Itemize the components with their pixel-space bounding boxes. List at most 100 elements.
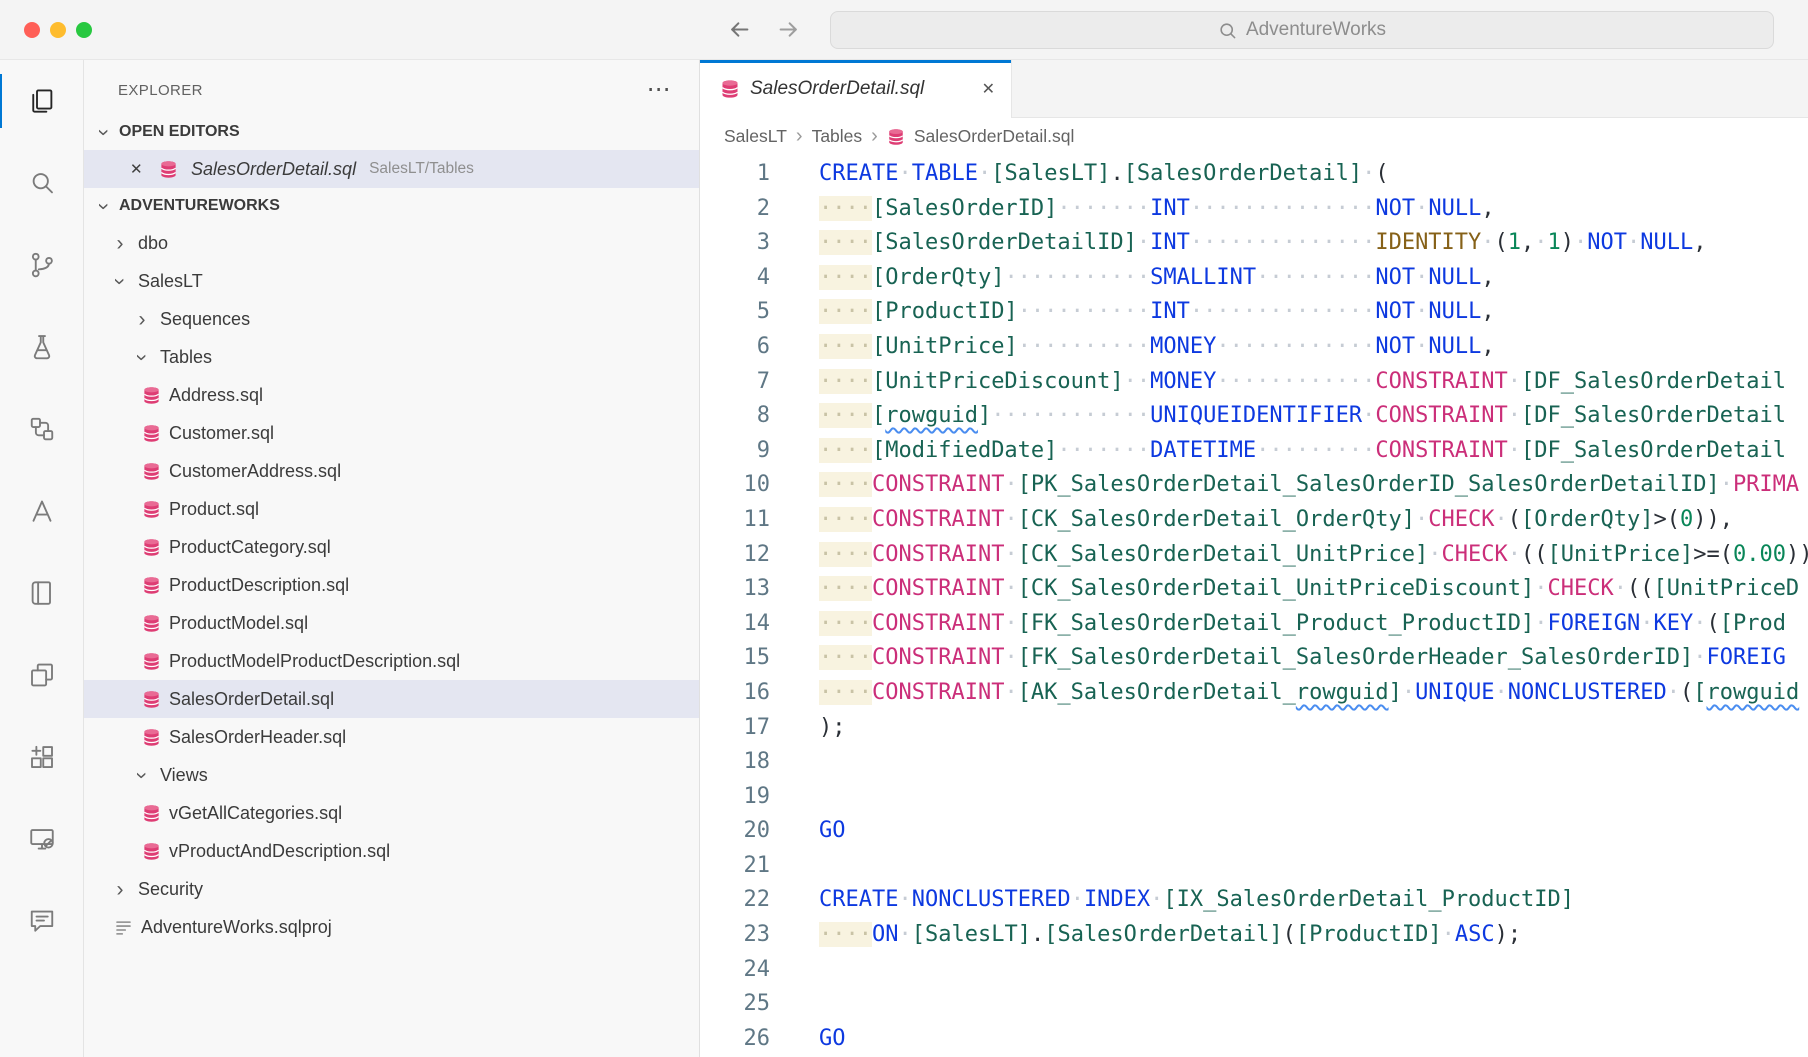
breadcrumb-item-salesorderdetail-sql[interactable]: SalesOrderDetail.sql	[914, 126, 1074, 147]
line-number[interactable]: 23	[700, 918, 770, 953]
line-number[interactable]: 1	[700, 157, 770, 192]
code-line-3[interactable]: 3····[SalesOrderDetailID]·INT···········…	[700, 226, 1808, 261]
close-window-button[interactable]	[24, 22, 40, 38]
back-button[interactable]	[726, 16, 753, 43]
activity-azure-button[interactable]	[0, 470, 83, 552]
tree-item-productmodelproductdescription-sql[interactable]: ProductModelProductDescription.sql	[84, 642, 699, 680]
tree-item-productmodel-sql[interactable]: ProductModel.sql	[84, 604, 699, 642]
line-number[interactable]: 8	[700, 399, 770, 434]
tree-item-vgetallcategories-sql[interactable]: vGetAllCategories.sql	[84, 794, 699, 832]
breadcrumb-item-tables[interactable]: Tables	[812, 126, 863, 147]
activity-source-control-button[interactable]	[0, 224, 83, 306]
activity-testing-button[interactable]	[0, 306, 83, 388]
line-number[interactable]: 10	[700, 468, 770, 503]
tree-item-views[interactable]: ›Views	[84, 756, 699, 794]
open-editor-item[interactable]: ✕ SalesOrderDetail.sql SalesLT/Tables	[84, 150, 699, 188]
tree-item-productdescription-sql[interactable]: ProductDescription.sql	[84, 566, 699, 604]
activity-connections-button[interactable]	[0, 388, 83, 470]
line-number[interactable]: 4	[700, 261, 770, 296]
zoom-window-button[interactable]	[76, 22, 92, 38]
code-line-24[interactable]: 24	[700, 953, 1808, 988]
code-line-1[interactable]: 1CREATE·TABLE·[SalesLT].[SalesOrderDetai…	[700, 157, 1808, 192]
activity-search-button[interactable]	[0, 142, 83, 224]
code-line-9[interactable]: 9····[ModifiedDate]·······DATETIME······…	[700, 434, 1808, 469]
line-number[interactable]: 17	[700, 711, 770, 746]
code-line-8[interactable]: 8····[rowguid]············UNIQUEIDENTIFI…	[700, 399, 1808, 434]
activity-remote-explorer-button[interactable]	[0, 798, 83, 880]
code-line-17[interactable]: 17);	[700, 711, 1808, 746]
code-line-6[interactable]: 6····[UnitPrice]··········MONEY·········…	[700, 330, 1808, 365]
code-line-7[interactable]: 7····[UnitPriceDiscount]··MONEY·········…	[700, 365, 1808, 400]
tree-item-customer-sql[interactable]: Customer.sql	[84, 414, 699, 452]
code-line-21[interactable]: 21	[700, 849, 1808, 884]
code-line-10[interactable]: 10····CONSTRAINT·[PK_SalesOrderDetail_Sa…	[700, 468, 1808, 503]
line-number[interactable]: 22	[700, 883, 770, 918]
minimize-window-button[interactable]	[50, 22, 66, 38]
tree-item-security[interactable]: ›Security	[84, 870, 699, 908]
tree-item-product-sql[interactable]: Product.sql	[84, 490, 699, 528]
code-line-20[interactable]: 20GO	[700, 814, 1808, 849]
line-number[interactable]: 11	[700, 503, 770, 538]
tree-item-customeraddress-sql[interactable]: CustomerAddress.sql	[84, 452, 699, 490]
tree-item-vproductanddescription-sql[interactable]: vProductAndDescription.sql	[84, 832, 699, 870]
code-line-26[interactable]: 26GO	[700, 1022, 1808, 1057]
code-line-22[interactable]: 22CREATE·NONCLUSTERED·INDEX·[IX_SalesOrd…	[700, 883, 1808, 918]
tree-item-salesorderdetail-sql[interactable]: SalesOrderDetail.sql	[84, 680, 699, 718]
forward-button[interactable]	[775, 16, 802, 43]
line-number[interactable]: 15	[700, 641, 770, 676]
line-number[interactable]: 26	[700, 1022, 770, 1057]
open-editors-header[interactable]: › OPEN EDITORS	[84, 114, 699, 150]
close-tab-icon[interactable]: ✕	[982, 79, 995, 99]
more-actions-icon[interactable]: ⋯	[647, 78, 671, 102]
code-line-25[interactable]: 25	[700, 987, 1808, 1022]
activity-comments-button[interactable]	[0, 880, 83, 962]
code-line-23[interactable]: 23····ON·[SalesLT].[SalesOrderDetail]([P…	[700, 918, 1808, 953]
line-number[interactable]: 6	[700, 330, 770, 365]
line-number[interactable]: 13	[700, 572, 770, 607]
line-number[interactable]: 19	[700, 780, 770, 815]
code-line-14[interactable]: 14····CONSTRAINT·[FK_SalesOrderDetail_Pr…	[700, 607, 1808, 642]
tree-item-tables[interactable]: ›Tables	[84, 338, 699, 376]
tree-item-saleslt[interactable]: ›SalesLT	[84, 262, 699, 300]
line-number[interactable]: 7	[700, 365, 770, 400]
line-number[interactable]: 12	[700, 538, 770, 573]
line-number[interactable]: 16	[700, 676, 770, 711]
line-number[interactable]: 20	[700, 814, 770, 849]
line-number[interactable]: 25	[700, 987, 770, 1022]
tree-item-salesorderheader-sql[interactable]: SalesOrderHeader.sql	[84, 718, 699, 756]
activity-explorer-button[interactable]	[0, 60, 83, 142]
workspace-header[interactable]: › ADVENTUREWORKS	[84, 188, 699, 224]
tab-salesorderdetail-sql[interactable]: SalesOrderDetail.sql ✕	[700, 60, 1012, 118]
line-number[interactable]: 3	[700, 226, 770, 261]
line-number[interactable]: 21	[700, 849, 770, 884]
code-line-18[interactable]: 18	[700, 745, 1808, 780]
line-number[interactable]: 14	[700, 607, 770, 642]
code-editor[interactable]: 1CREATE·TABLE·[SalesLT].[SalesOrderDetai…	[700, 155, 1808, 1056]
code-line-11[interactable]: 11····CONSTRAINT·[CK_SalesOrderDetail_Or…	[700, 503, 1808, 538]
code-line-5[interactable]: 5····[ProductID]··········INT···········…	[700, 295, 1808, 330]
line-number[interactable]: 18	[700, 745, 770, 780]
tree-item-adventureworks-sqlproj[interactable]: AdventureWorks.sqlproj	[84, 908, 699, 946]
tree-item-productcategory-sql[interactable]: ProductCategory.sql	[84, 528, 699, 566]
code-line-12[interactable]: 12····CONSTRAINT·[CK_SalesOrderDetail_Un…	[700, 538, 1808, 573]
activity-extensions-button[interactable]	[0, 716, 83, 798]
tree-item-sequences[interactable]: ›Sequences	[84, 300, 699, 338]
code-line-15[interactable]: 15 ····CONSTRAINT·[FK_SalesOrderDetail_Sa…	[700, 641, 1808, 676]
activity-windows-button[interactable]	[0, 634, 83, 716]
code-line-16[interactable]: 16····CONSTRAINT·[AK_SalesOrderDetail_ro…	[700, 676, 1808, 711]
code-line-4[interactable]: 4····[OrderQty]···········SMALLINT······…	[700, 261, 1808, 296]
code-line-19[interactable]: 19	[700, 780, 1808, 815]
code-line-2[interactable]: 2····[SalesOrderID]·······INT···········…	[700, 192, 1808, 227]
line-number[interactable]: 24	[700, 953, 770, 988]
tree-item-dbo[interactable]: ›dbo	[84, 224, 699, 262]
line-number[interactable]: 5	[700, 295, 770, 330]
activity-notebooks-button[interactable]	[0, 552, 83, 634]
code-line-13[interactable]: 13····CONSTRAINT·[CK_SalesOrderDetail_Un…	[700, 572, 1808, 607]
line-number[interactable]: 2	[700, 192, 770, 227]
tree-item-address-sql[interactable]: Address.sql	[84, 376, 699, 414]
line-number[interactable]: 9	[700, 434, 770, 469]
close-editor-icon[interactable]: ✕	[130, 160, 146, 178]
breadcrumb-item-saleslt[interactable]: SalesLT	[724, 126, 787, 147]
command-center-search[interactable]: AdventureWorks	[830, 11, 1774, 49]
code-line-text: ····CONSTRAINT·[FK_SalesOrderDetail_Sale…	[819, 641, 1808, 676]
